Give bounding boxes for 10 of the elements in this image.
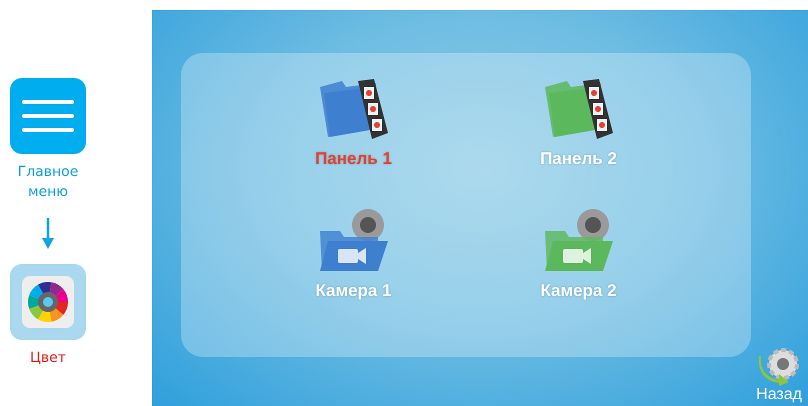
menu-item[interactable]: Панель 1 xyxy=(315,149,392,169)
back-button[interactable]: Назад xyxy=(750,346,808,406)
menu-icon xyxy=(22,99,74,133)
menu-item[interactable]: Камера 2 xyxy=(540,281,617,301)
color-wheel-icon xyxy=(20,274,76,330)
gear-arrow-icon xyxy=(757,346,802,386)
step-label: Главное меню xyxy=(18,163,78,202)
step-label: Цвет xyxy=(30,349,66,368)
menu-item[interactable]: Панель 2 xyxy=(540,149,617,169)
menu-item[interactable]: Камера 1 xyxy=(315,281,392,301)
